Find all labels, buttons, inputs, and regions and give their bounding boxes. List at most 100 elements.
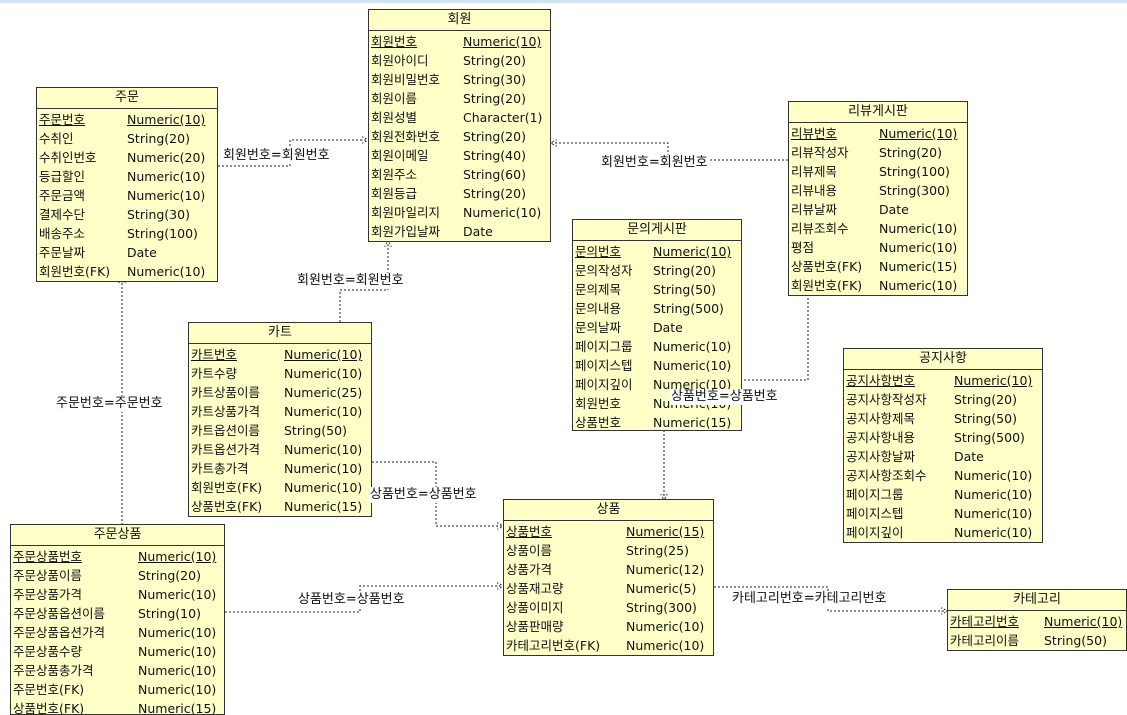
attribute-row: 공지사항작성자 String(20) <box>844 390 1042 409</box>
primary-key-row: 주문번호 Numeric(10) <box>37 110 217 129</box>
attribute-row: 문의날짜 Date <box>573 318 741 337</box>
primary-key-row: 상품번호 Numeric(15) <box>504 522 713 541</box>
attribute-name: 수취인 <box>39 131 74 146</box>
attribute-row: 공지사항제목 String(50) <box>844 409 1042 428</box>
attribute-name: 상품판매량 <box>506 619 564 634</box>
attribute-name: 주문상품이름 <box>13 568 83 583</box>
attribute-row: 주문상품수량 Numeric(10) <box>11 642 224 661</box>
entity-cart[interactable]: 카트 카트번호 Numeric(10) 카트수량 Numeric(10) 카트상품이름 Nu… <box>188 322 372 517</box>
attribute-name: 카트총가격 <box>191 461 249 476</box>
attribute-type: Numeric(10) <box>463 205 542 220</box>
attribute-type: String(20) <box>463 91 526 106</box>
attribute-row: 공지사항날짜 Date <box>844 447 1042 466</box>
attribute-row: 리뷰조회수 Numeric(10) <box>789 219 967 238</box>
entity-member[interactable]: 회원 회원번호 Numeric(10) 회원아이디 String(20) 회원비밀번호 St… <box>368 9 551 242</box>
attribute-name: 주문상품옵션가격 <box>13 625 106 640</box>
attribute-row: 배송주소 String(100) <box>37 224 217 243</box>
attribute-type: String(100) <box>127 226 198 241</box>
primary-key-row: 리뷰번호 Numeric(10) <box>789 124 967 143</box>
attribute-row: 상품번호(FK) Numeric(15) <box>189 497 371 516</box>
entity-order-item[interactable]: 주문상품 주문상품번호 Numeric(10) 주문상품이름 String(20) 주문상… <box>10 524 225 715</box>
attribute-row: 공지사항내용 String(500) <box>844 428 1042 447</box>
attribute-name: 회원등급 <box>371 186 418 201</box>
attribute-name: 리뷰작성자 <box>791 145 849 160</box>
attribute-type: Numeric(10) <box>284 480 363 495</box>
attribute-type: Numeric(10) <box>138 625 217 640</box>
attribute-list: 리뷰번호 Numeric(10) 리뷰작성자 String(20) 리뷰제목 String… <box>789 123 967 295</box>
attribute-type: String(20) <box>127 131 190 146</box>
attribute-type: Numeric(10) <box>463 34 542 49</box>
attribute-type: Numeric(15) <box>653 415 732 430</box>
attribute-row: 회원전화번호 String(20) <box>369 127 550 146</box>
attribute-row: 평점 Numeric(10) <box>789 238 967 257</box>
attribute-name: 상품번호 <box>575 415 622 430</box>
attribute-row: 회원성별 Character(1) <box>369 108 550 127</box>
attribute-type: Date <box>653 320 683 335</box>
attribute-row: 페이지깊이 Numeric(10) <box>844 523 1042 542</box>
attribute-type: String(40) <box>463 148 526 163</box>
entity-review[interactable]: 리뷰게시판 리뷰번호 Numeric(10) 리뷰작성자 String(20) 리뷰제목 S… <box>788 101 968 296</box>
attribute-row: 회원이름 String(20) <box>369 89 550 108</box>
attribute-type: Numeric(10) <box>954 373 1033 388</box>
attribute-type: Numeric(10) <box>879 278 958 293</box>
attribute-row: 공지사항조회수 Numeric(10) <box>844 466 1042 485</box>
attribute-name: 주문상품번호 <box>13 549 83 564</box>
attribute-type: Numeric(10) <box>879 221 958 236</box>
attribute-name: 카트옵션이름 <box>191 423 261 438</box>
attribute-type: Numeric(15) <box>138 701 217 715</box>
attribute-row: 회원등급 String(20) <box>369 184 550 203</box>
attribute-list: 카테고리번호 Numeric(10) 카테고리이름 String(50) <box>948 611 1126 650</box>
attribute-type: Numeric(10) <box>138 587 217 602</box>
attribute-row: 상품판매량 Numeric(10) <box>504 617 713 636</box>
attribute-row: 회원번호(FK) Numeric(10) <box>37 262 217 281</box>
attribute-name: 회원가입날짜 <box>371 224 441 239</box>
attribute-name: 회원이름 <box>371 91 418 106</box>
attribute-row: 카테고리이름 String(50) <box>948 631 1126 650</box>
attribute-type: Numeric(10) <box>954 468 1033 483</box>
attribute-type: Numeric(10) <box>138 644 217 659</box>
attribute-row: 주문상품옵션가격 Numeric(10) <box>11 623 224 642</box>
attribute-name: 상품이름 <box>506 543 553 558</box>
attribute-name: 상품번호(FK) <box>791 259 863 274</box>
attribute-type: String(20) <box>463 129 526 144</box>
attribute-row: 리뷰작성자 String(20) <box>789 143 967 162</box>
attribute-name: 페이지깊이 <box>575 377 633 392</box>
attribute-row: 등급할인 Numeric(10) <box>37 167 217 186</box>
attribute-type: Numeric(10) <box>284 461 363 476</box>
attribute-type: Date <box>463 224 493 239</box>
attribute-type: String(25) <box>626 543 689 558</box>
attribute-type: Numeric(10) <box>626 638 705 653</box>
entity-product[interactable]: 상품 상품번호 Numeric(15) 상품이름 String(25) 상품가격 Numer… <box>503 499 714 656</box>
entity-order[interactable]: 주문 주문번호 Numeric(10) 수취인 String(20) 수취인번호 Numer… <box>36 87 218 282</box>
rel-label-orderitem-order: 주문번호=주문번호 <box>55 396 164 412</box>
attribute-row: 문의내용 String(500) <box>573 299 741 318</box>
attribute-type: String(50) <box>653 282 716 297</box>
attribute-type: Numeric(10) <box>879 126 958 141</box>
attribute-type: String(50) <box>284 423 347 438</box>
attribute-row: 회원마일리지 Numeric(10) <box>369 203 550 222</box>
attribute-name: 상품번호(FK) <box>13 701 85 715</box>
attribute-type: Numeric(10) <box>954 525 1033 540</box>
attribute-type: String(100) <box>879 164 950 179</box>
attribute-type: Numeric(10) <box>954 506 1033 521</box>
attribute-row: 문의작성자 String(20) <box>573 261 741 280</box>
primary-key-row: 공지사항번호 Numeric(10) <box>844 371 1042 390</box>
attribute-type: Numeric(12) <box>626 562 705 577</box>
attribute-name: 주문날짜 <box>39 245 86 260</box>
attribute-name: 공지사항작성자 <box>846 392 927 407</box>
attribute-name: 페이지그룹 <box>575 339 633 354</box>
entity-title: 주문상품 <box>11 525 224 546</box>
attribute-type: Numeric(10) <box>127 188 206 203</box>
attribute-row: 회원아이디 String(20) <box>369 51 550 70</box>
entity-category[interactable]: 카테고리 카테고리번호 Numeric(10) 카테고리이름 String(50) <box>947 589 1127 651</box>
entity-notice[interactable]: 공지사항 공지사항번호 Numeric(10) 공지사항작성자 String(20) 공지… <box>843 348 1043 543</box>
attribute-type: String(500) <box>954 430 1025 445</box>
attribute-type: Numeric(15) <box>879 259 958 274</box>
attribute-name: 등급할인 <box>39 169 86 184</box>
attribute-type: Numeric(25) <box>284 385 363 400</box>
attribute-type: Numeric(10) <box>127 112 206 127</box>
primary-key-row: 회원번호 Numeric(10) <box>369 32 550 51</box>
attribute-type: Numeric(10) <box>127 264 206 279</box>
entity-title: 리뷰게시판 <box>789 102 967 123</box>
attribute-name: 결제수단 <box>39 207 86 222</box>
